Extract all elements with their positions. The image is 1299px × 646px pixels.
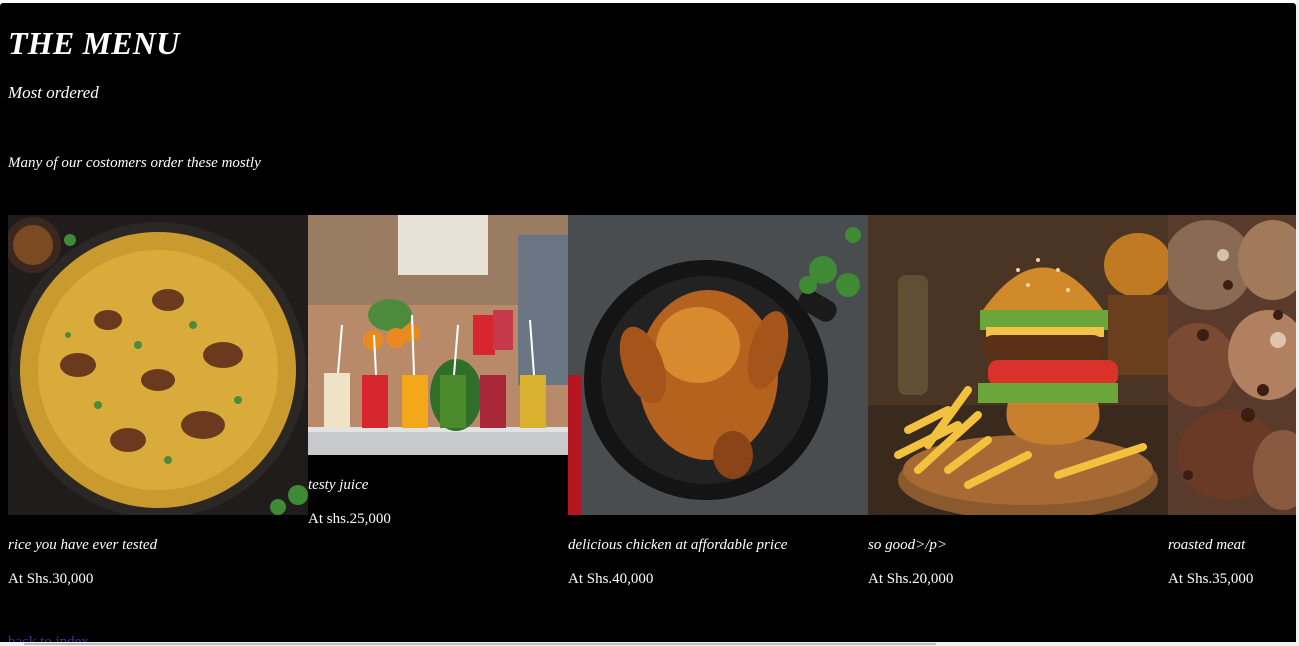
item-caption: rice you have ever tested [8,537,158,553]
item-caption: so good>/p> [868,537,947,553]
item-caption: roasted meat [1168,537,1246,553]
item-price: At Shs.35,000 [1168,571,1254,587]
item-price: At Shs.20,000 [868,571,954,587]
menu-item-rice: rice you have ever tested At Shs.30,000 [8,215,308,587]
burger-fries-photo [868,215,1168,515]
back-to-index-link[interactable]: back to index [8,634,89,642]
item-price: At Shs.40,000 [568,571,654,587]
roast-chicken-photo [568,215,868,515]
menu-item-juice: testy juice At shs.25,000 [308,215,568,527]
menu-item-burger: so good>/p> At Shs.20,000 [868,215,1168,587]
page-title: THE MENU [8,25,180,61]
item-caption: delicious chicken at affordable price [568,537,788,553]
juice-stand-photo [308,215,568,455]
menu-item-roasted-meat: roasted meat At Shs.35,000 [1168,215,1296,587]
menu-item-chicken: delicious chicken at affordable price At… [568,215,868,587]
section-subtitle: Most ordered [8,83,99,102]
item-price: At shs.25,000 [308,511,391,527]
intro-text: Many of our costomers order these mostly [8,155,261,171]
horizontal-scrollbar[interactable] [0,642,1299,646]
menu-page: THE MENU Most ordered Many of our costom… [0,3,1296,642]
roasted-meat-photo [1168,215,1296,515]
scrollbar-thumb[interactable] [24,643,936,645]
item-caption: testy juice [308,477,369,493]
biryani-rice-photo [8,215,308,515]
item-price: At Shs.30,000 [8,571,94,587]
